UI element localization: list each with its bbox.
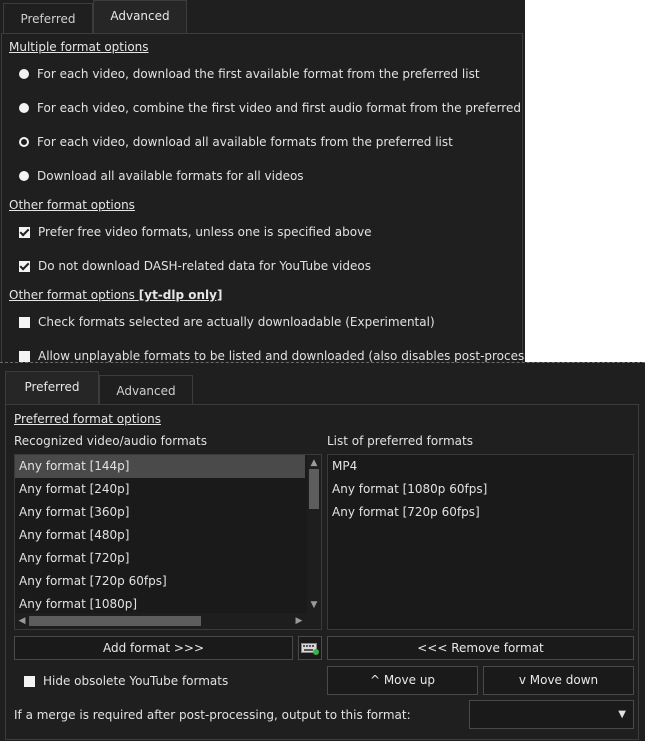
radio-label: For each video, download all available f… [37, 135, 453, 149]
radio-first-available[interactable]: For each video, download the first avail… [19, 67, 480, 81]
checkbox-label: Do not download DASH-related data for Yo… [38, 259, 371, 273]
merge-format-label: If a merge is required after post-proces… [14, 708, 411, 722]
vertical-scroll-thumb[interactable] [309, 469, 319, 509]
move-down-button[interactable]: v Move down [483, 666, 634, 695]
tab-preferred[interactable]: Preferred [3, 3, 93, 33]
radio-button[interactable] [19, 69, 29, 79]
keyboard-button[interactable] [298, 636, 322, 660]
checkbox-prefer-free[interactable]: Prefer free video formats, unless one is… [19, 225, 372, 239]
list-item[interactable]: Any format [720p] [15, 547, 305, 570]
checkbox-no-dash[interactable]: Do not download DASH-related data for Yo… [19, 259, 371, 273]
scroll-right-icon[interactable]: ▶ [293, 616, 305, 626]
list-item[interactable]: Any format [720p 60fps] [328, 501, 633, 524]
radio-label: Download all available formats for all v… [37, 169, 304, 183]
recognized-formats-label: Recognized video/audio formats [14, 434, 207, 448]
scroll-left-icon[interactable]: ◀ [16, 616, 28, 626]
list-item[interactable]: Any format [480p] [15, 524, 305, 547]
add-format-button[interactable]: Add format >>> [14, 636, 293, 660]
preferred-formats-list[interactable]: MP4 Any format [1080p 60fps] Any format … [327, 454, 634, 630]
merge-format-dropdown[interactable]: ▼ [469, 700, 634, 729]
move-up-button[interactable]: ^ Move up [327, 666, 478, 695]
multiple-format-heading: Multiple format options [9, 40, 149, 54]
checkbox-check-downloadable[interactable]: Check formats selected are actually down… [19, 315, 435, 329]
remove-format-button[interactable]: <<< Remove format [327, 636, 634, 660]
tab-preferred[interactable]: Preferred [5, 371, 99, 405]
list-item[interactable]: MP4 [328, 455, 633, 478]
list-item[interactable]: Any format [360p] [15, 501, 305, 524]
radio-label: For each video, download the first avail… [37, 67, 480, 81]
ytdlp-only-tag: [yt-dlp only] [138, 288, 223, 302]
checkbox[interactable] [19, 316, 30, 328]
horizontal-scrollbar[interactable]: ◀ ▶ [15, 613, 321, 629]
ytdlp-format-heading: Other format options [yt-dlp only] [9, 288, 222, 302]
checkbox[interactable] [19, 350, 30, 362]
list-item[interactable]: Any format [144p] [15, 455, 305, 478]
recognized-formats-list[interactable]: Any format [144p] Any format [240p] Any … [14, 454, 322, 630]
keyboard-icon [301, 643, 319, 655]
ytdlp-heading-text: Other format options [9, 288, 135, 302]
checkbox[interactable] [19, 260, 30, 272]
preferred-format-heading: Preferred format options [14, 412, 161, 426]
preferred-formats-label: List of preferred formats [327, 434, 473, 448]
tab-advanced[interactable]: Advanced [93, 0, 187, 34]
recognized-items: Any format [144p] Any format [240p] Any … [15, 455, 305, 616]
scroll-up-icon[interactable]: ▲ [308, 458, 320, 468]
radio-label: For each video, combine the first video … [37, 101, 525, 115]
checkbox-label: Allow unplayable formats to be listed an… [38, 349, 525, 362]
radio-combine-video-audio[interactable]: For each video, combine the first video … [19, 101, 525, 115]
preferred-settings-panel: Preferred Advanced Preferred format opti… [0, 362, 645, 741]
radio-all-formats[interactable]: Download all available formats for all v… [19, 169, 304, 183]
horizontal-scroll-thumb[interactable] [29, 616, 201, 626]
radio-button[interactable] [19, 171, 29, 181]
vertical-scrollbar[interactable]: ▲ ▼ [307, 455, 321, 613]
advanced-settings-panel: Preferred Advanced Multiple format optio… [0, 0, 525, 362]
checkbox-label: Check formats selected are actually down… [38, 315, 435, 329]
checkbox[interactable] [19, 226, 30, 238]
list-item[interactable]: Any format [1080p 60fps] [328, 478, 633, 501]
radio-button[interactable] [19, 103, 29, 113]
checkbox-allow-unplayable[interactable]: Allow unplayable formats to be listed an… [19, 349, 525, 362]
tab-advanced[interactable]: Advanced [99, 375, 193, 405]
other-format-heading: Other format options [9, 198, 135, 212]
radio-button-selected[interactable] [19, 137, 29, 147]
list-item[interactable]: Any format [240p] [15, 478, 305, 501]
list-item[interactable]: Any format [720p 60fps] [15, 570, 305, 593]
checkbox[interactable] [24, 675, 35, 687]
checkbox-label: Hide obsolete YouTube formats [43, 674, 229, 688]
checkbox-hide-obsolete[interactable]: Hide obsolete YouTube formats [24, 674, 228, 688]
checkbox-label: Prefer free video formats, unless one is… [38, 225, 372, 239]
radio-all-preferred[interactable]: For each video, download all available f… [19, 135, 453, 149]
scroll-down-icon[interactable]: ▼ [308, 600, 320, 610]
chevron-down-icon: ▼ [618, 709, 626, 720]
